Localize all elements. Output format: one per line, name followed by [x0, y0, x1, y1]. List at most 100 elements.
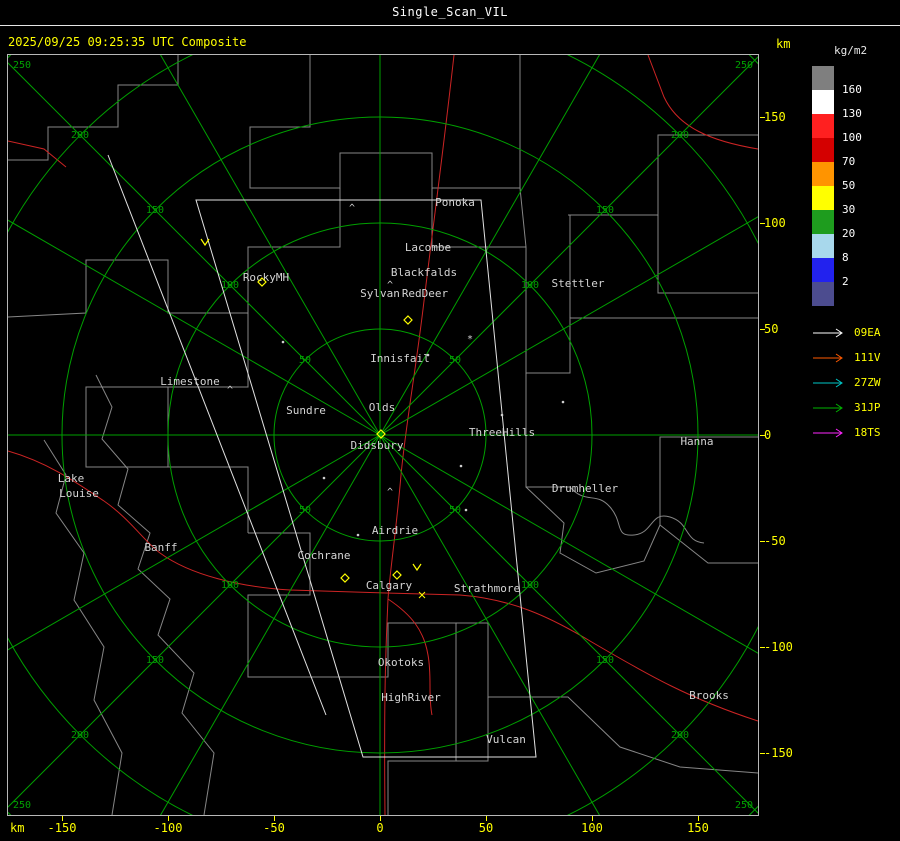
range-ring-label: 100 [221, 580, 239, 591]
track-arrow-icon [813, 428, 843, 437]
site-diamond-marker [392, 570, 402, 580]
scan-timestamp: 2025/09/25 09:25:35 UTC Composite [8, 35, 247, 49]
legend-color-box [812, 114, 834, 138]
radar-map-svg: 50 100 150 200 250 50 100 150 200 250 50 100 150 200 2… [8, 55, 758, 815]
legend-color-box [812, 282, 834, 306]
track-legend-row: 27ZW [812, 370, 898, 395]
city-label: Vulcan [486, 733, 526, 746]
city-label: Lake [58, 472, 85, 485]
range-ring-label: 100 [521, 580, 539, 591]
axis-tick [380, 816, 381, 821]
axis-tick [760, 329, 765, 330]
track-legend-row: 18TS [812, 420, 898, 445]
city-label: Didsbury [351, 439, 404, 452]
axis-tick [62, 816, 63, 821]
city-label: Louise [59, 487, 99, 500]
legend-color-box [812, 258, 834, 282]
city-label: Olds [369, 401, 396, 414]
axis-tick [274, 816, 275, 821]
bottom-axis-tick-label: 150 [687, 821, 709, 835]
range-ring-label: 100 [221, 280, 239, 291]
color-scale-legend: kg/m2 160 130 100 70 50 30 20 8 2 09EA 111V 27ZW 31… [812, 44, 898, 445]
bottom-axis-tick-label: 0 [376, 821, 384, 835]
axis-tick [760, 223, 765, 224]
legend-scale-label: 160 [842, 83, 862, 96]
city-label: ThreeHills [469, 426, 535, 439]
legend-scale-label: 30 [842, 203, 856, 216]
legend-color-box [812, 162, 834, 186]
right-axis-tick-label: 0 [764, 428, 772, 442]
radar-map-canvas[interactable]: 50 100 150 200 250 50 100 150 200 250 50 100 150 200 2… [7, 54, 759, 816]
bottom-axis-tick-label: 50 [478, 821, 494, 835]
legend-color-box [812, 138, 834, 162]
track-id-label: 31JP [854, 401, 881, 414]
city-label: Cochrane [298, 549, 351, 562]
range-ring-label: 250 [13, 60, 31, 71]
axis-tick [760, 435, 765, 436]
range-ring-label: 50 [299, 355, 311, 366]
city-label: Limestone [160, 375, 220, 388]
city-label: Hanna [680, 435, 713, 448]
track-arrow-icon [813, 403, 843, 412]
axis-tick [760, 541, 765, 542]
city-label: Banff [144, 541, 177, 554]
range-ring-label: 150 [146, 205, 164, 216]
legend-scale: 160 130 100 70 50 30 20 8 2 [812, 66, 898, 306]
range-ring-label: 250 [735, 800, 753, 811]
storm-chevron-marker [200, 238, 210, 247]
site-diamond-marker [403, 315, 413, 325]
legend-scale-label: 2 [842, 275, 849, 288]
track-arrow-icon [813, 378, 843, 387]
city-label: Drumheller [552, 482, 619, 495]
city-label: Airdrie [372, 524, 418, 537]
range-ring-label: 50 [449, 505, 461, 516]
map-point-dot [322, 476, 326, 480]
range-ring-label: 50 [299, 505, 311, 516]
right-axis-tick-label: 100 [764, 216, 786, 230]
city-label: HighRiver [381, 691, 441, 704]
track-legend-row: 31JP [812, 395, 898, 420]
legend-scale-label: 20 [842, 227, 856, 240]
right-axis-tick-label: 50 [764, 322, 779, 336]
city-label: Okotoks [378, 656, 424, 669]
city-label: RedDeer [402, 287, 449, 300]
right-axis-tick-label: -150 [764, 746, 793, 760]
bottom-axis-tick-label: -100 [153, 821, 183, 835]
track-legend-row: 111V [812, 345, 898, 370]
axis-tick [698, 816, 699, 821]
right-axis-tick-label: 150 [764, 110, 786, 124]
range-ring-label: 200 [71, 730, 89, 741]
scan-sector [107, 154, 537, 758]
legend-scale-label: 50 [842, 179, 856, 192]
range-ring-label: 250 [735, 60, 753, 71]
range-ring-label: 200 [71, 130, 89, 141]
right-axis-tick-label: -100 [764, 640, 793, 654]
range-radial [379, 434, 758, 654]
map-point-star: * [467, 334, 473, 345]
range-ring-label: 150 [146, 655, 164, 666]
axis-tick [760, 753, 765, 754]
track-arrow-icon [813, 328, 843, 337]
city-label: Sylvan [360, 287, 400, 300]
city-label: Strathmore [454, 582, 520, 595]
range-radial [160, 55, 381, 436]
track-id-label: 09EA [854, 326, 881, 339]
legend-tracks: 09EA 111V 27ZW 31JP 18TS [812, 320, 898, 445]
city-label: Stettler [552, 277, 605, 290]
map-point-caret: ^ [349, 203, 355, 214]
range-ring-label: 200 [671, 130, 689, 141]
track-arrow-icon [813, 353, 843, 362]
axis-tick [760, 117, 765, 118]
city-label: Blackfalds [391, 266, 457, 279]
map-points: ^^^^* [227, 203, 565, 537]
city-label: Brooks [689, 689, 729, 702]
track-legend-row: 09EA [812, 320, 898, 345]
bottom-axis-unit-label: km [10, 821, 25, 835]
map-point-dot [464, 508, 468, 512]
map-point-dot [281, 340, 285, 344]
track-id-label: 18TS [854, 426, 881, 439]
legend-color-box [812, 90, 834, 114]
city-label: Calgary [366, 579, 413, 592]
axis-tick [592, 816, 593, 821]
city-label: Sundre [286, 404, 326, 417]
